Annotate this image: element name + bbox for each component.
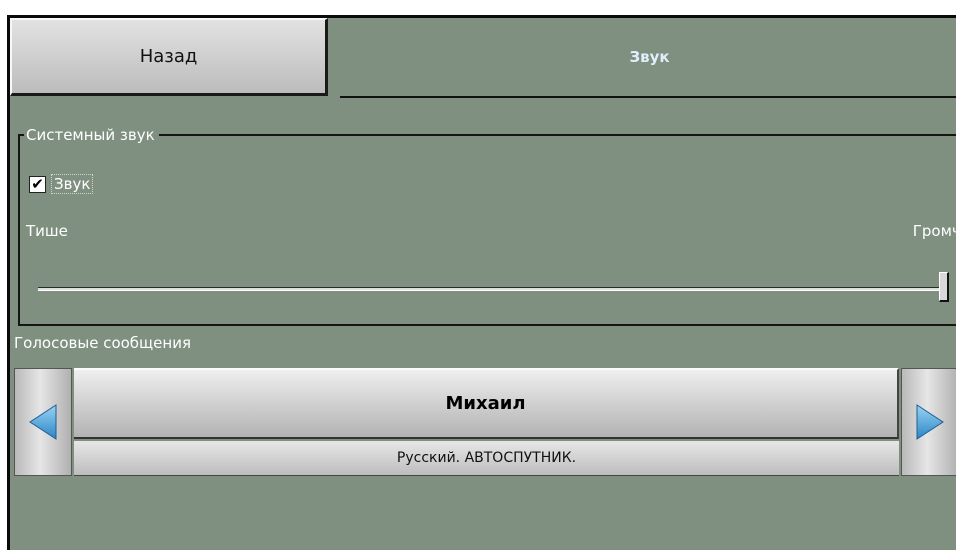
triangle-right-icon xyxy=(916,404,944,440)
voice-name-button[interactable]: Михаил xyxy=(74,368,899,439)
volume-slider-thumb[interactable] xyxy=(939,272,949,302)
prev-voice-button[interactable] xyxy=(14,368,72,476)
triangle-left-icon xyxy=(29,404,57,440)
sound-checkbox-row[interactable]: ✔ Звук xyxy=(29,174,94,194)
checkmark-icon: ✔ xyxy=(31,174,44,193)
settings-window: Назад Звук Системный звук ✔ Звук Тише Гр… xyxy=(7,15,956,550)
voice-messages-label: Голосовые сообщения xyxy=(14,334,191,352)
quieter-label: Тише xyxy=(26,222,68,240)
volume-slider-track[interactable] xyxy=(38,287,944,291)
voice-description: Русский. АВТОСПУТНИК. xyxy=(74,441,899,476)
system-sound-group: Системный звук ✔ Звук Тише Громче xyxy=(18,125,956,326)
voice-selector: Михаил Русский. АВТОСПУТНИК. xyxy=(14,368,956,476)
system-sound-group-title: Системный звук xyxy=(24,125,159,145)
back-button[interactable]: Назад xyxy=(10,18,328,96)
sound-checkbox[interactable]: ✔ xyxy=(29,174,46,193)
louder-label: Громче xyxy=(912,222,956,240)
sound-checkbox-label[interactable]: Звук xyxy=(51,174,94,194)
next-voice-button[interactable] xyxy=(901,368,956,476)
page-title: Звук xyxy=(340,18,956,98)
